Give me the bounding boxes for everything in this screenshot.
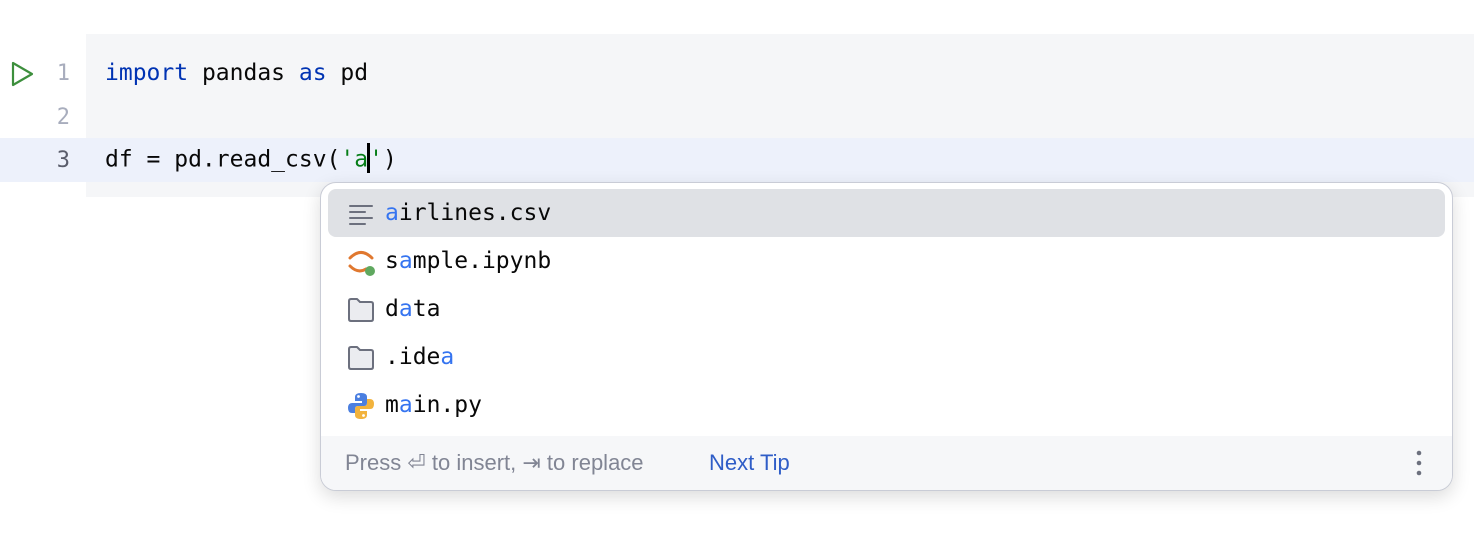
line-number: 1 [56,60,70,86]
label-text: .ide [385,344,441,370]
completion-label: sample.ipynb [385,248,551,274]
code-token: ) [382,146,397,173]
completion-list: airlines.csv sample.ipynb data .idea mai… [321,189,1452,429]
next-tip-link[interactable]: Next Tip [709,450,790,476]
text-caret [367,143,371,173]
label-text: d [385,296,399,322]
more-vertical-icon[interactable] [1412,448,1426,478]
label-text: s [385,248,399,274]
code-text[interactable]: df = pd.read_csv('a') [105,143,397,175]
completion-popup: airlines.csv sample.ipynb data .idea mai… [320,182,1453,491]
run-cell-icon[interactable] [8,60,36,88]
completion-item[interactable]: .idea [328,333,1445,381]
completion-label: airlines.csv [385,200,551,226]
label-text: in.py [412,392,482,418]
code-token: df = pd.read_csv( [105,146,341,173]
completion-item[interactable]: sample.ipynb [328,237,1445,285]
completion-item[interactable]: data [328,285,1445,333]
completion-label: data [385,296,440,322]
completion-item[interactable]: main.py [328,381,1445,429]
line-number: 3 [56,147,70,173]
label-text: irlines.csv [398,200,552,226]
jupyter-notebook-icon [348,251,375,276]
completion-item[interactable]: airlines.csv [328,189,1445,237]
completion-label: main.py [385,392,482,418]
text-file-icon [349,205,373,225]
match-highlight: a [385,200,399,226]
string-token: ' [369,146,383,173]
code-line-2: 2 [0,95,1474,139]
keyword-token: as [298,60,327,86]
code-line-3: 3 df = pd.read_csv('a') [0,138,1474,182]
label-text: m [385,392,399,418]
completion-label: .idea [385,344,454,370]
label-text: ta [412,296,441,322]
completion-footer: Press ⏎ to insert, ⇥ to replace Next Tip [321,436,1452,490]
label-text: mple.ipynb [412,248,552,274]
folder-icon [348,346,374,370]
match-highlight: a [398,296,413,322]
folder-icon [348,298,374,322]
identifier-token: pd [326,60,369,86]
keyword-token: import [105,60,189,86]
completion-hint: Press ⏎ to insert, ⇥ to replace [345,450,644,475]
match-highlight: a [398,392,413,418]
code-line-1: 1 import pandas as pd [0,51,1474,95]
string-token: 'a [340,146,369,173]
match-highlight: a [398,248,413,274]
identifier-token: pandas [188,60,299,86]
python-file-icon [348,393,374,419]
code-text[interactable]: import pandas as pd [105,60,368,86]
match-highlight: a [440,344,455,370]
line-number: 2 [56,104,70,130]
